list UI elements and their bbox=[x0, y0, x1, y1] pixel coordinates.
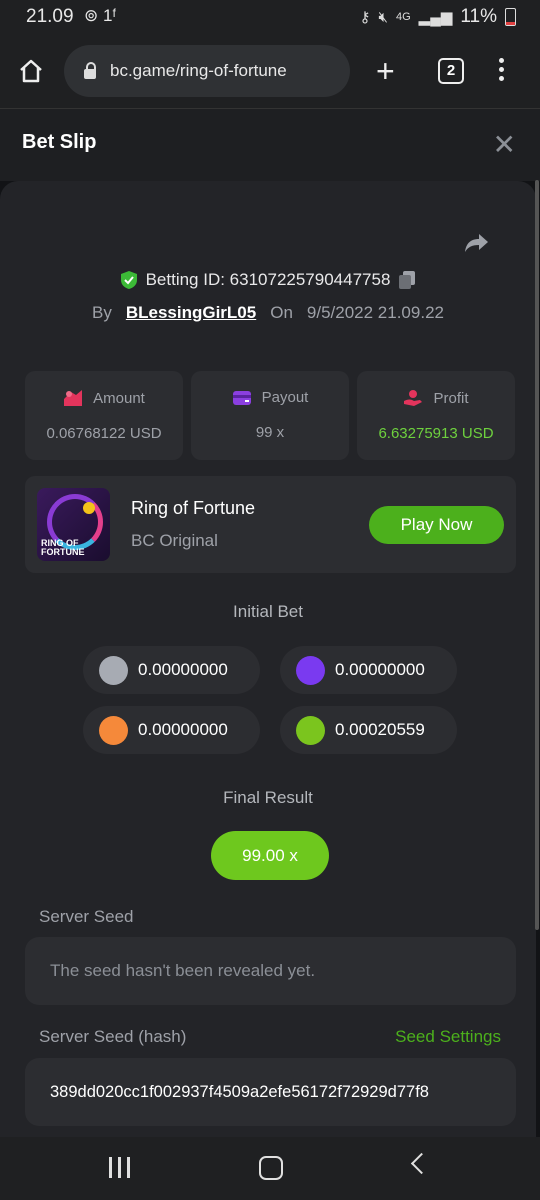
url-text: bc.game/ring-of-fortune bbox=[110, 61, 287, 80]
key-icon: ⚷ bbox=[359, 9, 371, 26]
initial-bet-title: Initial Bet bbox=[233, 602, 303, 621]
coin-icon bbox=[99, 715, 128, 745]
bet-stats: Amount 0.06768122 USD Payout 99 x Profit… bbox=[25, 371, 515, 460]
stat-profit: Profit 6.63275913 USD bbox=[357, 371, 515, 460]
by-label: By bbox=[92, 303, 112, 322]
server-seed-label: Server Seed bbox=[39, 907, 134, 926]
game-card: RING OF FORTUNE Ring of Fortune BC Origi… bbox=[25, 476, 516, 573]
battery-icon bbox=[505, 8, 516, 26]
status-right: ⚷ 🔇︎ 4G ▂▄▆ 11% bbox=[360, 6, 516, 28]
play-now-button[interactable]: Play Now bbox=[369, 506, 504, 544]
stat-label: Profit bbox=[433, 389, 469, 407]
coin-icon bbox=[296, 655, 325, 685]
game-subtitle: BC Original bbox=[131, 531, 218, 550]
stat-label: Payout bbox=[261, 389, 309, 406]
browser-toolbar: bc.game/ring-of-fortune + 2 bbox=[0, 36, 540, 109]
status-left-icons: ⊚ 1ᶠ bbox=[84, 6, 117, 25]
ball-graphic bbox=[83, 502, 95, 514]
shield-check-icon bbox=[120, 271, 137, 289]
recent-apps-icon[interactable] bbox=[109, 1157, 130, 1178]
game-thumbnail[interactable]: RING OF FORTUNE bbox=[37, 488, 110, 561]
lock-icon bbox=[84, 62, 96, 79]
coin-icon bbox=[99, 655, 128, 685]
close-icon[interactable]: ✕ bbox=[493, 128, 516, 161]
coin-chip: 0.00000000 bbox=[83, 646, 260, 694]
server-seed-hash-label: Server Seed (hash) bbox=[39, 1027, 187, 1046]
nav-home-icon[interactable] bbox=[259, 1156, 283, 1180]
bet-slip-header: Bet Slip ✕ bbox=[0, 109, 540, 181]
bet-meta-row: By BLessingGirL05 On 9/5/2022 21.09.22 bbox=[0, 303, 536, 323]
system-nav-bar bbox=[0, 1137, 540, 1200]
stat-payout: Payout 99 x bbox=[191, 371, 349, 460]
coin-amount: 0.00000000 bbox=[335, 660, 425, 679]
on-label: On bbox=[270, 303, 293, 322]
copy-icon[interactable] bbox=[398, 270, 416, 290]
coin-chip: 0.00000000 bbox=[280, 646, 457, 694]
tab-switcher-button[interactable]: 2 bbox=[438, 58, 464, 84]
final-result-value: 99.00 x bbox=[211, 831, 329, 880]
address-bar[interactable]: bc.game/ring-of-fortune bbox=[64, 45, 350, 97]
server-seed-hash-field[interactable]: 389dd020cc1f002937f4509a2efe56172f72929d… bbox=[25, 1058, 516, 1126]
final-result-title: Final Result bbox=[223, 788, 313, 807]
coin-amount: 0.00020559 bbox=[335, 720, 425, 739]
seed-settings-link[interactable]: Seed Settings bbox=[395, 1027, 501, 1047]
server-seed-value: The seed hasn't been revealed yet. bbox=[50, 961, 316, 980]
signal-icon: ▂▄▆ bbox=[418, 9, 453, 26]
battery-percent: 11% bbox=[460, 6, 497, 27]
coin-amount: 0.00000000 bbox=[138, 720, 228, 739]
network-type: 4G bbox=[395, 11, 411, 23]
status-time: 21.09 bbox=[26, 6, 74, 27]
thumbnail-logo-text: RING OF FORTUNE bbox=[41, 538, 85, 557]
profit-hand-icon bbox=[404, 390, 423, 406]
stat-value: 0.06768122 USD bbox=[46, 425, 162, 442]
server-seed-field: The seed hasn't been revealed yet. bbox=[25, 937, 516, 1005]
stat-amount: Amount 0.06768122 USD bbox=[25, 371, 183, 460]
share-icon[interactable] bbox=[464, 232, 490, 254]
scrollbar[interactable] bbox=[535, 180, 539, 930]
status-bar: 21.09 ⊚ 1ᶠ ⚷ 🔇︎ 4G ▂▄▆ 11% bbox=[0, 0, 540, 36]
new-tab-icon[interactable]: + bbox=[376, 55, 395, 87]
stat-value: 6.63275913 USD bbox=[378, 425, 494, 442]
betting-id-row: Betting ID: 63107225790447758 bbox=[0, 270, 536, 290]
page-title: Bet Slip bbox=[22, 131, 97, 153]
amount-icon bbox=[64, 390, 83, 406]
nav-back-icon[interactable] bbox=[410, 1152, 433, 1175]
coin-icon bbox=[296, 715, 325, 745]
coin-amount: 0.00000000 bbox=[138, 660, 228, 679]
username-link[interactable]: BLessingGirL05 bbox=[126, 303, 256, 323]
stat-value: 99 x bbox=[255, 424, 285, 441]
bet-date: 9/5/2022 21.09.22 bbox=[306, 303, 444, 322]
coin-chip: 0.00000000 bbox=[83, 706, 260, 754]
betting-id: Betting ID: 63107225790447758 bbox=[145, 270, 391, 289]
game-name: Ring of Fortune bbox=[131, 498, 256, 518]
mute-icon: 🔇︎ bbox=[378, 8, 388, 26]
server-seed-hash-value: 389dd020cc1f002937f4509a2efe56172f72929d… bbox=[50, 1082, 429, 1101]
coin-chip: 0.00020559 bbox=[280, 706, 457, 754]
wallet-icon bbox=[232, 390, 251, 405]
home-icon[interactable] bbox=[18, 58, 44, 84]
initial-bet-coins: 0.00000000 0.00000000 0.00000000 0.00020… bbox=[83, 646, 463, 754]
stat-label: Amount bbox=[93, 389, 145, 407]
overflow-menu-icon[interactable] bbox=[499, 58, 505, 85]
